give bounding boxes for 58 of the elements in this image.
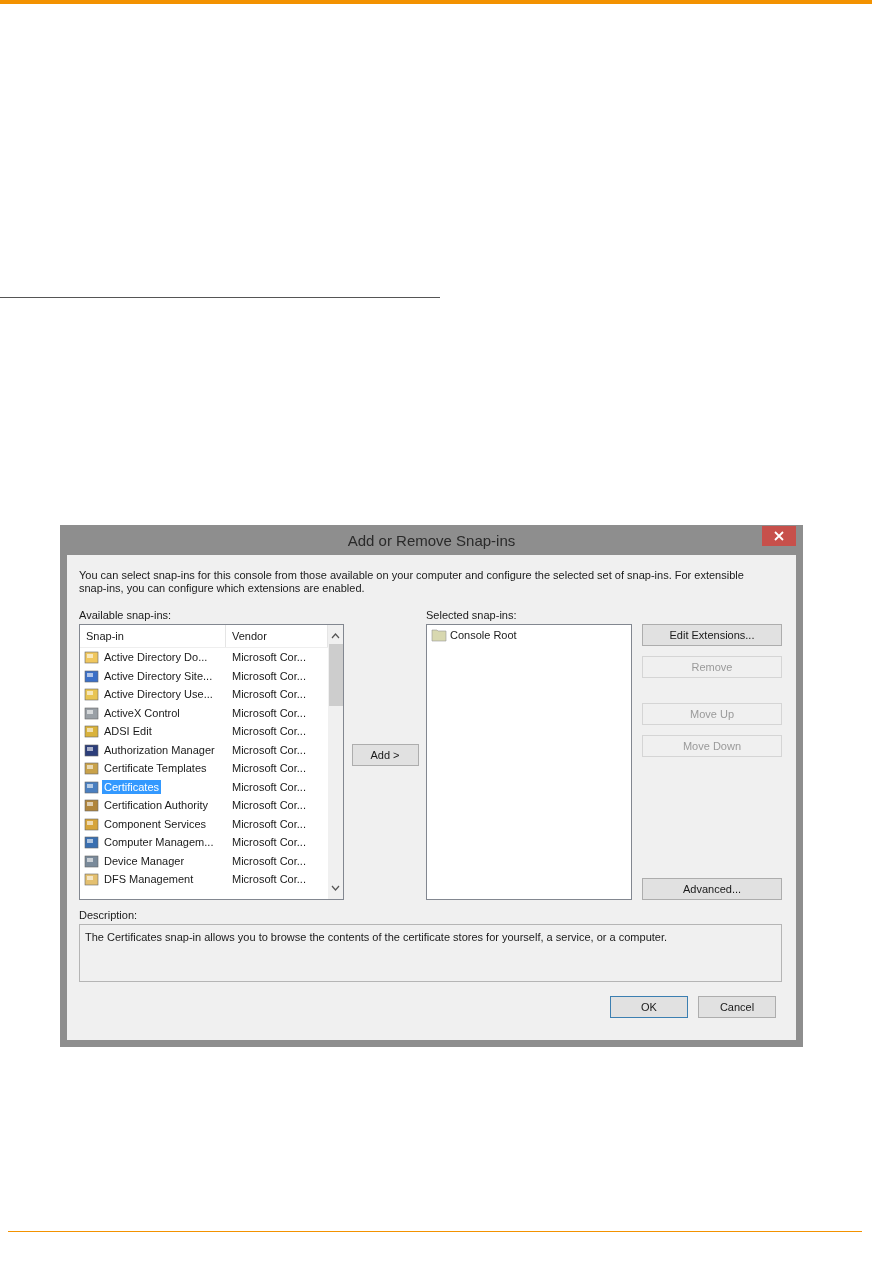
available-label: Available snap-ins: (79, 609, 173, 622)
snap-in-icon (84, 834, 100, 851)
snap-in-icon (84, 778, 100, 795)
selected-label: Selected snap-ins: (426, 609, 518, 622)
side-button[interactable]: Advanced... (642, 878, 782, 900)
snap-in-name[interactable]: Certificate Templates (102, 761, 209, 776)
vendor-cell-text: Microsoft Cor... (231, 725, 306, 738)
folder-icon (431, 628, 447, 642)
snap-in-icon (84, 760, 100, 777)
snap-in-icon (84, 741, 100, 758)
scroll-up-icon (331, 633, 340, 639)
vendor-cell-text: Microsoft Cor... (231, 873, 306, 886)
snap-in-name[interactable]: ADSI Edit (102, 724, 154, 739)
snap-in-name[interactable]: Active Directory Do... (102, 650, 210, 665)
window-title: Add or Remove Snap-ins (347, 531, 516, 549)
vendor-cell-text: Microsoft Cor... (231, 817, 306, 830)
vendor-cell-text: Microsoft Cor... (231, 651, 306, 664)
side-button[interactable]: Edit Extensions... (642, 624, 782, 646)
close-button[interactable] (762, 526, 796, 546)
snap-in-name[interactable]: Certification Authority (102, 798, 210, 813)
snap-in-name[interactable]: Computer Managem... (102, 835, 216, 850)
snap-in-icon (84, 723, 100, 740)
description-text: The Certificates snap-in allows you to browse the contents of the certificate stores for yourself, a service, or a computer. (79, 924, 782, 982)
vendor-cell-text: Microsoft Cor... (231, 854, 306, 867)
snap-in-name[interactable]: Active Directory Site... (102, 668, 215, 683)
snap-in-icon (84, 686, 100, 703)
vendor-cell-text: Microsoft Cor... (231, 762, 306, 775)
description-label: Description: (79, 909, 139, 922)
snap-in-name[interactable]: Device Manager (102, 853, 187, 868)
vendor-cell-text: Microsoft Cor... (231, 780, 306, 793)
dialog-button[interactable]: Cancel (698, 996, 776, 1018)
column-header[interactable]: Snap-in (80, 625, 226, 647)
vendor-cell-text: Microsoft Cor... (231, 743, 306, 756)
snap-in-name[interactable]: Active Directory Use... (102, 687, 215, 702)
snap-in-icon (84, 797, 100, 814)
scroll-thumb[interactable] (328, 644, 343, 706)
intro-text: You can select snap-ins for this console from those available on your computer and configure the selected set of snap-ins. For extensible snap-ins, you can configure which extensions are enabled. (79, 569, 745, 595)
close-icon (774, 531, 784, 541)
vendor-cell-text: Microsoft Cor... (231, 799, 306, 812)
snap-in-icon (84, 852, 100, 869)
dialog-button[interactable]: OK (610, 996, 688, 1018)
snap-in-name[interactable]: Authorization Manager (102, 742, 217, 757)
snap-in-icon (84, 667, 100, 684)
scroll-down-icon (331, 885, 340, 891)
vendor-cell-text: Microsoft Cor... (231, 836, 306, 849)
tree-item[interactable]: Console Root (450, 629, 517, 641)
snap-in-name[interactable]: Component Services (102, 816, 209, 831)
scrollbar[interactable] (328, 625, 343, 899)
vendor-cell-text: Microsoft Cor... (231, 669, 306, 682)
add-button[interactable]: Add > (351, 744, 419, 766)
vendor-cell-text: Microsoft Cor... (231, 688, 306, 701)
vendor-cell-text: Microsoft Cor... (231, 706, 306, 719)
snap-in-name[interactable]: DFS Management (102, 872, 196, 887)
snap-in-name[interactable]: ActiveX Control (102, 705, 182, 720)
snap-in-icon (84, 704, 100, 721)
snap-in-icon (84, 815, 100, 832)
snap-in-icon (84, 649, 100, 666)
snap-in-icon (84, 871, 100, 888)
